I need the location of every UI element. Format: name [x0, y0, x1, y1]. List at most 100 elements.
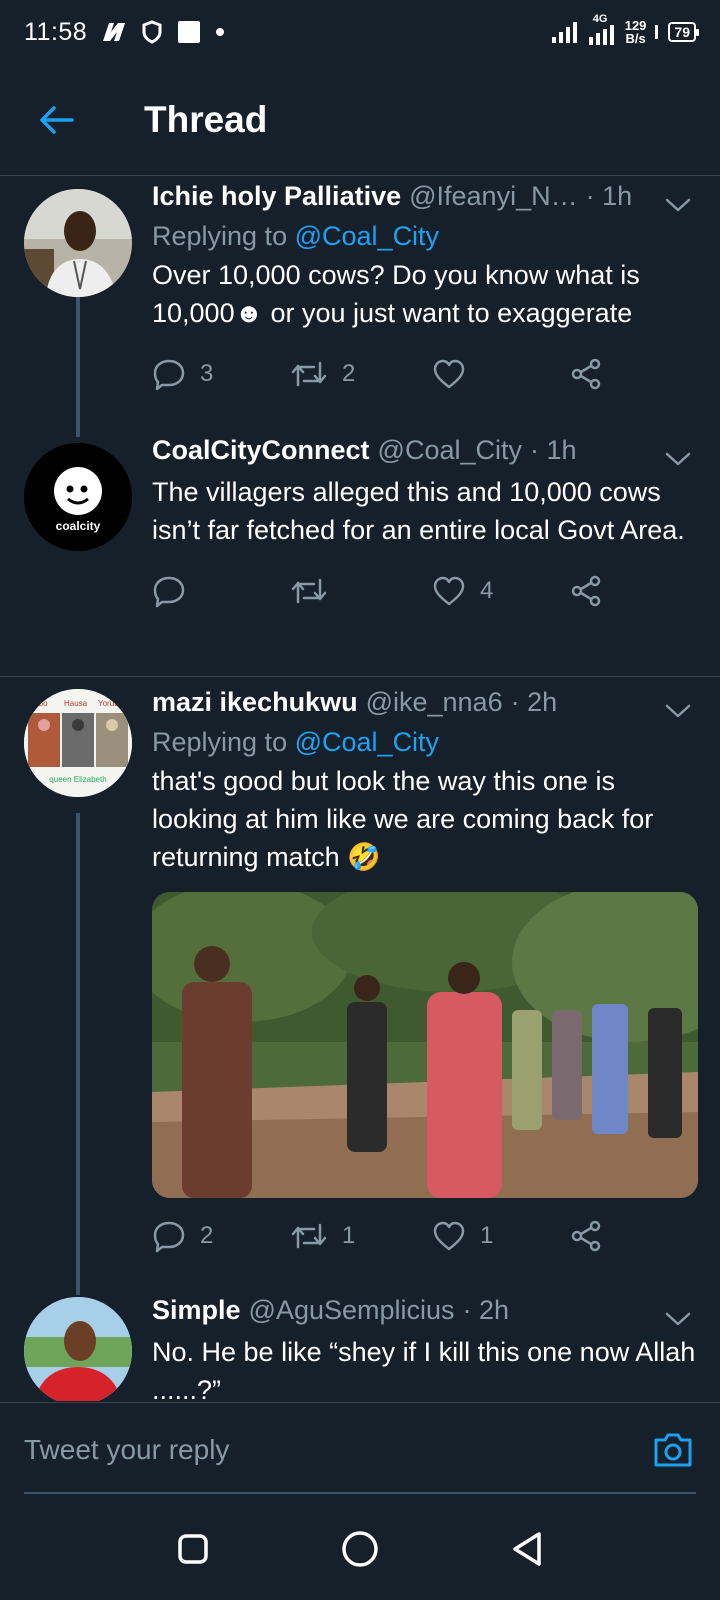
retweet-icon — [291, 361, 327, 387]
replying-to: Replying to @Coal_City — [152, 221, 696, 252]
reply-composer — [0, 1402, 720, 1498]
network-type-label: 4G — [592, 13, 608, 25]
author-name[interactable]: Simple — [152, 1295, 241, 1326]
app-notification-icon — [101, 21, 127, 43]
author-handle[interactable]: @ike_nna6 — [366, 687, 503, 718]
tweet-photo[interactable] — [152, 892, 698, 1198]
like-button[interactable]: 1 — [432, 1221, 570, 1251]
share-button[interactable] — [570, 358, 602, 390]
like-count: 4 — [480, 577, 494, 604]
system-navigation-bar — [0, 1498, 720, 1600]
reply-count: 2 — [200, 1222, 214, 1249]
reply-icon — [153, 576, 185, 608]
retweet-count: 2 — [342, 360, 356, 387]
share-button[interactable] — [570, 1220, 602, 1252]
tweet-header: mazi ikechukwu @ike_nna6 · 2h — [152, 687, 696, 725]
retweet-button[interactable]: 1 — [290, 1221, 432, 1251]
home-button[interactable] — [330, 1519, 390, 1579]
tweet-actions: 4 — [152, 567, 696, 615]
arrow-left-icon — [40, 105, 74, 134]
avatar[interactable]: coalcity — [24, 443, 132, 551]
circle-icon — [342, 1531, 378, 1567]
avatar[interactable] — [24, 189, 132, 297]
like-button[interactable] — [432, 359, 570, 389]
back-nav-button[interactable] — [497, 1519, 557, 1579]
tweet-header: Simple @AguSemplicius · 2h — [152, 1295, 696, 1333]
clock: 11:58 — [24, 17, 88, 46]
replying-to: Replying to @Coal_City — [152, 727, 696, 758]
reply-button[interactable] — [152, 574, 290, 608]
reply-count: 3 — [200, 360, 214, 387]
retweet-icon — [291, 1223, 327, 1249]
chevron-down-icon[interactable] — [664, 701, 692, 721]
chevron-down-icon[interactable] — [664, 195, 692, 215]
author-name[interactable]: mazi ikechukwu — [152, 687, 358, 718]
square-notification-icon — [177, 20, 201, 44]
author-handle[interactable]: @Ifeanyi_N… — [409, 181, 577, 212]
wifi-call-icon — [654, 23, 660, 41]
tweet-text: The villagers alleged this and 10,000 co… — [152, 477, 685, 545]
reply-button[interactable]: 2 — [152, 1219, 290, 1253]
chevron-down-icon[interactable] — [664, 1309, 692, 1329]
author-name[interactable]: CoalCityConnect — [152, 435, 370, 466]
triangle-back-icon — [512, 1532, 541, 1566]
status-bar: 11:58 4G 129 B/s 79 — [0, 0, 720, 64]
share-button[interactable] — [570, 575, 602, 607]
reply-icon — [153, 359, 185, 391]
speed-unit: B/s — [625, 31, 646, 46]
tweet-text: No. He be like “shey if I kill this one … — [152, 1337, 696, 1401]
network-speed: 129 B/s — [625, 19, 647, 45]
tweet-header: CoalCityConnect @Coal_City · 1h — [152, 435, 696, 473]
tweet-time: · 2h — [462, 1295, 510, 1325]
share-icon — [571, 358, 601, 390]
input-underline — [24, 1492, 696, 1494]
retweet-button[interactable] — [290, 576, 432, 606]
heart-icon — [433, 576, 465, 606]
share-icon — [571, 575, 601, 607]
back-button[interactable] — [28, 92, 84, 148]
share-icon — [571, 1220, 601, 1252]
replying-to-label: Replying to — [152, 221, 288, 251]
recents-button[interactable] — [163, 1519, 223, 1579]
chevron-down-icon[interactable] — [664, 449, 692, 469]
dot-icon — [215, 27, 225, 37]
tweet-actions: 2 1 1 — [152, 1212, 696, 1260]
retweet-button[interactable]: 2 — [290, 359, 432, 389]
network-4g-icon: 4G — [587, 13, 617, 45]
reply-button[interactable]: 3 — [152, 357, 290, 391]
replying-to-link[interactable]: @Coal_City — [295, 727, 439, 757]
tweet-time: · 1h — [585, 181, 633, 211]
heart-icon — [433, 359, 465, 389]
reply-input[interactable] — [24, 1425, 624, 1475]
replying-to-link[interactable]: @Coal_City — [295, 221, 439, 251]
avatar[interactable]: Igbo Hausa Yoruba queen Elizabeth — [24, 689, 132, 797]
avatar-text: coalcity — [55, 519, 101, 533]
avatar-label: Hausa — [64, 699, 88, 708]
square-icon — [178, 1534, 209, 1564]
avatar-label: Yoruba — [98, 699, 124, 708]
retweet-icon — [291, 578, 327, 604]
like-button[interactable]: 4 — [432, 576, 570, 606]
tweet-text: that's good but look the way this one is… — [152, 766, 654, 872]
tweet[interactable]: Ichie holy Palliative @Ifeanyi_N… · 1h R… — [0, 181, 720, 431]
camera-icon[interactable] — [652, 1431, 694, 1469]
avatar-label: queen Elizabeth — [49, 775, 107, 784]
author-name[interactable]: Ichie holy Palliative — [152, 181, 401, 212]
avatar[interactable] — [24, 1297, 132, 1401]
reply-icon — [153, 1221, 185, 1253]
tweet-text: Over 10,000 cows? Do you know what is 10… — [152, 260, 640, 328]
tweet[interactable]: Simple @AguSemplicius · 2h No. He be lik… — [0, 1295, 720, 1401]
divider — [0, 676, 720, 677]
tweet-time: · 2h — [510, 687, 558, 717]
tweet[interactable]: coalcity CoalCityConnect @Coal_City · 1h… — [0, 435, 720, 665]
like-count: 1 — [480, 1222, 494, 1249]
signal-icon — [551, 21, 579, 43]
tweet-actions: 3 2 — [152, 350, 696, 398]
thread-list[interactable]: Ichie holy Palliative @Ifeanyi_N… · 1h R… — [0, 177, 720, 1401]
tweet[interactable]: Igbo Hausa Yoruba queen Elizabeth mazi i… — [0, 687, 720, 1287]
app-bar: Thread — [0, 64, 720, 176]
author-handle[interactable]: @AguSemplicius — [249, 1295, 455, 1326]
page-title: Thread — [144, 98, 268, 140]
heart-icon — [433, 1221, 465, 1251]
author-handle[interactable]: @Coal_City — [378, 435, 522, 466]
